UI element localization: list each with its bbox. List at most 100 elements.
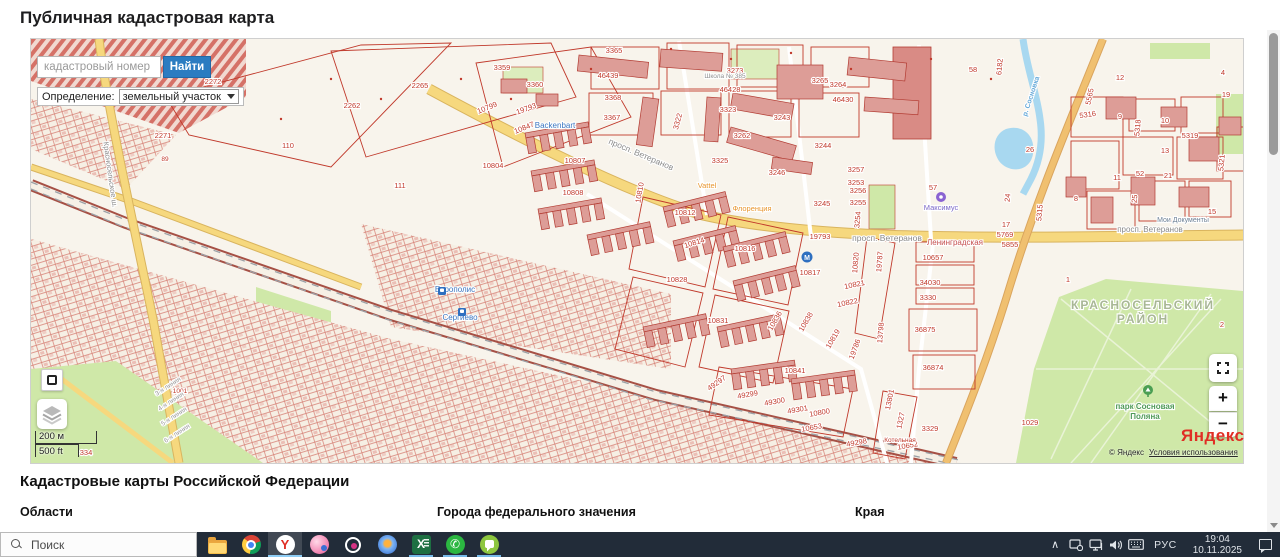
yandex-browser-icon: Y	[276, 535, 295, 554]
action-center-icon	[1259, 539, 1272, 550]
cadastral-number-input[interactable]	[37, 56, 161, 78]
map-parcel-label: 10808	[563, 188, 584, 197]
green-area	[869, 185, 895, 229]
map-parcel-label: 21	[1164, 171, 1172, 180]
map-parcel-label: 5318	[1132, 119, 1142, 136]
page-scrollbar[interactable]	[1267, 30, 1280, 532]
taskbar-icon-yandex-browser[interactable]: Y	[268, 532, 302, 557]
map-parcel-label: 89	[161, 156, 169, 163]
map-parcel-label: 110	[282, 141, 294, 150]
hidden-icons-chevron[interactable]: ∧	[1044, 538, 1066, 551]
poi-pin-icon[interactable]	[936, 192, 946, 202]
touch-keyboard-icon[interactable]	[1126, 532, 1146, 557]
map-parcel-label: 1029	[1022, 418, 1039, 427]
map-parcel-label: 3253	[848, 178, 865, 187]
rail-station-icon[interactable]	[438, 287, 446, 295]
find-button[interactable]: Найти	[163, 56, 211, 78]
object-type-select[interactable]: земельный участок	[119, 89, 239, 104]
map-parcel-label: 3254	[852, 211, 862, 228]
square-icon	[47, 375, 57, 385]
map-parcel-label: 46428	[720, 85, 741, 94]
yandex-logo[interactable]: Яндекс	[1181, 426, 1244, 446]
map-text-label: просп. Ветеранов	[1117, 225, 1183, 234]
map-parcel-label: 5855	[1002, 240, 1019, 249]
cadastral-search-panel: Найти	[37, 56, 211, 78]
map-parcel-label: 46430	[833, 95, 854, 104]
map-parcel-label: 3256	[850, 186, 867, 195]
device-icon[interactable]	[1066, 532, 1086, 557]
scrollbar-thumb[interactable]	[1269, 33, 1278, 155]
app-blue-orb-icon	[378, 535, 397, 554]
action-center-button[interactable]	[1250, 532, 1280, 557]
map-parcel-label: 111	[394, 181, 405, 190]
map-parcel-label: 57	[929, 183, 937, 192]
map-area-label: РАЙОН	[1117, 311, 1169, 326]
map-parcel-label: 5315	[1034, 204, 1044, 221]
area-measure-button[interactable]	[41, 369, 63, 391]
map-parcel-label: 10828	[667, 275, 688, 284]
taskbar-icon-chrome[interactable]	[234, 532, 268, 557]
map-parcel-label: 10	[1161, 116, 1169, 125]
map-parcel-label: 19793	[810, 232, 831, 241]
map-parcel-label: 2262	[344, 101, 361, 110]
map-parcel-label: 10812	[675, 208, 696, 217]
taskbar-icon-app-c-ring[interactable]	[336, 532, 370, 557]
map-parcel-label: 3255	[850, 198, 867, 207]
taskbar-search[interactable]: Поиск	[0, 532, 197, 557]
map-parcel-label: 5319	[1182, 131, 1199, 140]
map-parcel-label: 10816	[735, 244, 756, 253]
clock[interactable]: 19:04 10.11.2025	[1185, 534, 1250, 556]
scroll-down-icon[interactable]	[1270, 523, 1278, 528]
map-parcel-label: 25	[1130, 194, 1140, 203]
language-indicator[interactable]: РУС	[1146, 539, 1185, 551]
taskbar-icon-excel[interactable]: X	[404, 532, 438, 557]
zoom-in-button[interactable]: +	[1209, 386, 1237, 411]
map-parcel-label: 52	[1136, 169, 1144, 178]
network-icon[interactable]	[1086, 532, 1106, 557]
taskbar-icon-file-explorer[interactable]	[200, 532, 234, 557]
object-type-panel: Определение: земельный участок	[37, 87, 244, 106]
map-container: 2272226522622271891101113341001335933603…	[30, 38, 1244, 464]
clock-time: 19:04	[1193, 534, 1242, 545]
svg-text:М: М	[804, 255, 810, 262]
column-kraya: Края	[855, 505, 885, 519]
map-parcel-label: 11	[1113, 173, 1121, 182]
volume-icon[interactable]	[1106, 532, 1126, 557]
taskbar: Поиск Y X✆ ∧ РУС 19:04 10.11.2025	[0, 532, 1280, 557]
map-parcel-label: 36875	[915, 325, 936, 334]
app-pink-icon	[310, 535, 329, 554]
app-c-ring-icon	[345, 537, 361, 553]
taskbar-icon-app-green-chat[interactable]	[472, 532, 506, 557]
taskbar-icon-app-pink[interactable]	[302, 532, 336, 557]
map-parcel-label: 8	[1074, 194, 1078, 203]
copyright: © Яндекс	[1109, 448, 1144, 457]
map-parcel-label: 3329	[922, 424, 939, 433]
map-parcel-label: 3360	[527, 80, 544, 89]
map-parcel-label: 2272	[205, 77, 222, 86]
map-parcel-label: 2271	[155, 131, 172, 140]
taskbar-icon-app-blue-orb[interactable]	[370, 532, 404, 557]
map-parcel-label: 19787	[874, 251, 885, 273]
fullscreen-button[interactable]	[1209, 354, 1237, 382]
layers-button[interactable]	[37, 399, 67, 429]
green-area	[1150, 43, 1210, 59]
metro-icon[interactable]: М	[802, 252, 813, 263]
rail-station-icon[interactable]	[458, 308, 466, 316]
map-text-label: Максимус	[924, 203, 959, 212]
map-parcel-label: 17	[1002, 220, 1010, 229]
clock-date: 10.11.2025	[1193, 545, 1242, 556]
layers-icon	[37, 399, 67, 429]
map-parcel-label: 3359	[494, 63, 511, 72]
map-parcel-label: 10841	[785, 366, 806, 375]
map-parcel-label: 3325	[712, 156, 729, 165]
map-parcel-label: 3243	[774, 113, 791, 122]
map-parcel-label: 46439	[598, 71, 619, 80]
map-parcel-label: 13798	[875, 322, 886, 344]
taskbar-icon-whatsapp[interactable]: ✆	[438, 532, 472, 557]
column-federal-cities: Города федерального значения	[437, 505, 636, 519]
terms-link[interactable]: Условия использования	[1149, 448, 1238, 457]
map-parcel-label: 4	[1221, 68, 1225, 77]
file-explorer-icon	[208, 540, 227, 554]
map-parcel-label: 1	[1066, 275, 1070, 284]
scale-imperial: 500 ft	[35, 444, 79, 457]
